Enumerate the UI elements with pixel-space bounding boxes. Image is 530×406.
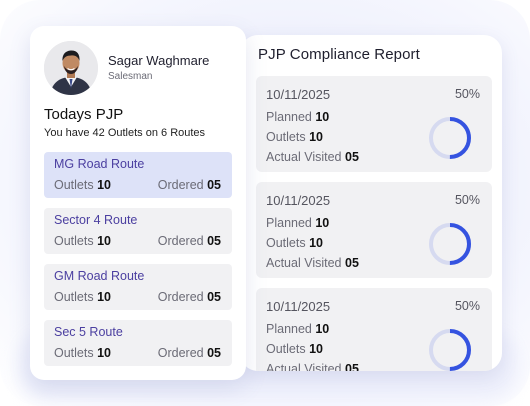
compliance-ring [429,117,471,159]
pjp-title: Todays PJP [44,106,124,123]
route-name: GM Road Route [54,269,145,283]
visited-row: Actual Visited 05 [266,362,359,371]
route-item-gm-road[interactable]: GM Road Route Outlets 10 Ordered 05 [44,264,232,310]
outlets-value: 10 [97,234,111,248]
planned-value: 10 [315,322,330,336]
planned-value: 10 [315,110,330,124]
route-name: Sec 5 Route [54,325,123,339]
report-percent: 50% [454,87,480,101]
route-ordered: Ordered 05 [158,346,221,360]
ordered-value: 05 [207,234,221,248]
outlets-label: Outlets [54,346,94,360]
planned-row: Planned 10 [266,322,329,336]
route-ordered: Ordered 05 [158,234,221,248]
visited-label: Actual Visited [266,362,342,371]
visited-value: 05 [345,256,359,270]
ordered-label: Ordered [157,346,204,360]
report-title: PJP Compliance Report [258,46,420,63]
ordered-value: 05 [207,178,221,192]
route-outlets: Outlets 10 [54,234,111,248]
user-photo-icon [44,41,98,95]
ordered-value: 05 [207,346,221,360]
outlets-value: 10 [309,130,323,144]
outlets-value: 10 [97,290,111,304]
compliance-report-card: PJP Compliance Report 10/11/2025 50% Pla… [240,35,502,371]
outlets-label: Outlets [54,290,94,304]
route-ordered: Ordered 05 [158,290,221,304]
avatar[interactable] [44,41,98,95]
outlets-value: 10 [97,346,111,360]
visited-label: Actual Visited [266,150,342,164]
planned-label: Planned [266,110,312,124]
outlets-value: 10 [309,342,323,356]
ordered-label: Ordered [157,290,204,304]
report-percent: 50% [454,299,480,313]
report-item[interactable]: 10/11/2025 50% Planned 10 Outlets 10 Act… [256,182,492,278]
outlets-row: Outlets 10 [266,130,323,144]
visited-label: Actual Visited [266,256,342,270]
planned-value: 10 [315,216,330,230]
planned-row: Planned 10 [266,110,329,124]
outlets-label: Outlets [54,234,94,248]
outlets-value: 10 [97,178,111,192]
route-outlets: Outlets 10 [54,178,111,192]
report-date: 10/11/2025 [266,87,331,102]
report-item[interactable]: 10/11/2025 50% Planned 10 Outlets 10 Act… [256,288,492,371]
outlets-label: Outlets [54,178,94,192]
report-percent: 50% [454,193,480,207]
route-name: MG Road Route [54,157,145,171]
visited-value: 05 [345,362,359,371]
compliance-ring [429,223,471,265]
pjp-summary: You have 42 Outlets on 6 Routes [44,127,206,139]
planned-label: Planned [266,322,312,336]
route-item-sec-5[interactable]: Sec 5 Route Outlets 10 Ordered 05 [44,320,232,366]
visited-value: 05 [345,150,359,164]
user-name: Sagar Waghmare [108,53,210,68]
outlets-label: Outlets [266,342,306,356]
outlets-label: Outlets [266,130,306,144]
compliance-ring [429,329,471,371]
outlets-row: Outlets 10 [266,236,323,250]
user-role: Salesman [108,71,153,82]
route-outlets: Outlets 10 [54,290,111,304]
report-item[interactable]: 10/11/2025 50% Planned 10 Outlets 10 Act… [256,76,492,172]
visited-row: Actual Visited 05 [266,256,359,270]
route-ordered: Ordered 05 [158,178,221,192]
planned-row: Planned 10 [266,216,329,230]
report-date: 10/11/2025 [266,299,331,314]
route-name: Sector 4 Route [54,213,138,227]
route-item-sector-4[interactable]: Sector 4 Route Outlets 10 Ordered 05 [44,208,232,254]
ordered-label: Ordered [157,178,204,192]
route-outlets: Outlets 10 [54,346,111,360]
report-date: 10/11/2025 [266,193,331,208]
route-item-mg-road[interactable]: MG Road Route Outlets 10 Ordered 05 [44,152,232,198]
ordered-label: Ordered [157,234,204,248]
outlets-label: Outlets [266,236,306,250]
visited-row: Actual Visited 05 [266,150,359,164]
ordered-value: 05 [207,290,221,304]
outlets-value: 10 [309,236,323,250]
outlets-row: Outlets 10 [266,342,323,356]
todays-pjp-card: Sagar Waghmare Salesman Todays PJP You h… [30,26,246,380]
planned-label: Planned [266,216,312,230]
